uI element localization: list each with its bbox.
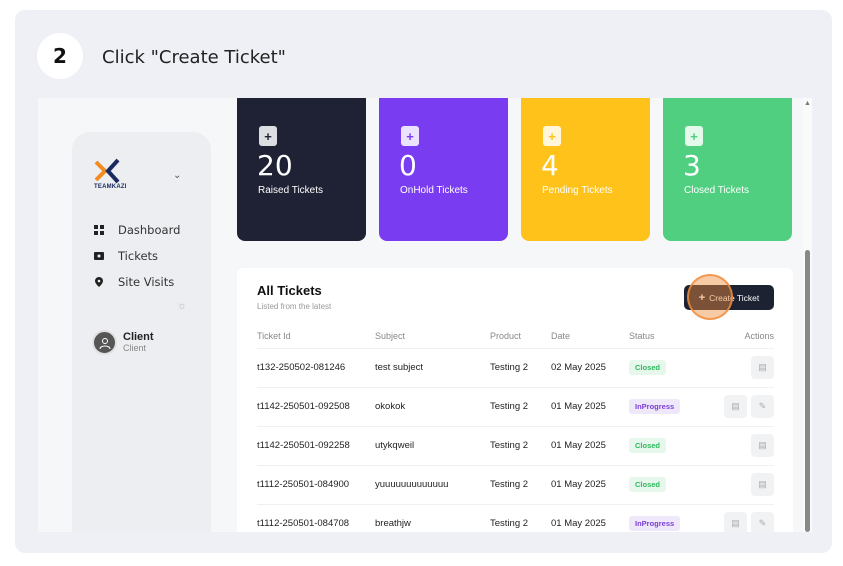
user-role: Client — [123, 343, 147, 353]
status-badge: Closed — [629, 360, 667, 375]
table-row[interactable]: t1142-250501-092508 okokok Testing 2 01 … — [257, 386, 774, 426]
column-header: Date — [551, 331, 571, 342]
ticket-date: 01 May 2025 — [551, 464, 629, 504]
sidebar-item-label: Site Visits — [118, 275, 175, 289]
column-header: Product — [490, 331, 522, 342]
ticket-subject: yuuuuuuuuuuuuu — [375, 464, 490, 504]
edit-pencil-icon[interactable]: ✎ — [751, 395, 774, 418]
column-header: Status — [629, 331, 655, 342]
column-header: Ticket Id — [257, 331, 291, 342]
sun-icon[interactable]: ☼ — [177, 300, 187, 312]
step-instruction: Click "Create Ticket" — [102, 47, 286, 68]
sidebar-item-tickets[interactable]: Tickets — [94, 249, 158, 263]
avatar — [92, 330, 117, 355]
sidebar-item-label: Tickets — [118, 249, 159, 263]
teamkazi-logo — [94, 158, 138, 198]
sidebar-item-label: Dashboard — [118, 223, 181, 237]
ticket-product: Testing 2 — [490, 386, 551, 426]
ticket-date: 01 May 2025 — [551, 386, 629, 426]
user-name: Client — [123, 331, 154, 343]
ticket-icon — [94, 251, 104, 261]
stat-value: 0 — [399, 149, 417, 182]
status-badge: Closed — [629, 438, 667, 453]
stat-card-pending: + 4 Pending Tickets — [521, 98, 650, 241]
grid-icon — [94, 225, 104, 235]
stat-label: Closed Tickets — [684, 185, 750, 196]
stat-value: 20 — [257, 149, 293, 182]
panel-title: All Tickets — [257, 283, 322, 298]
sidebar-item-dashboard[interactable]: Dashboard — [94, 223, 180, 237]
scrollbar-thumb[interactable] — [805, 250, 810, 532]
sidebar: TEAMKAZI ⌄ Dashboard Tickets Site Visits — [72, 132, 211, 532]
file-plus-icon: + — [685, 126, 703, 146]
click-highlight — [687, 274, 733, 320]
app-viewport: TEAMKAZI ⌄ Dashboard Tickets Site Visits — [38, 98, 812, 532]
column-header: Actions — [744, 331, 774, 342]
view-document-icon[interactable]: ▤ — [724, 395, 747, 418]
ticket-product: Testing 2 — [490, 425, 551, 465]
edit-pencil-icon[interactable]: ✎ — [751, 512, 774, 532]
column-header: Subject — [375, 331, 406, 342]
table-row[interactable]: t1112-250501-084900 yuuuuuuuuuuuuu Testi… — [257, 464, 774, 504]
status-badge: InProgress — [629, 516, 681, 532]
stat-card-raised: + 20 Raised Tickets — [237, 98, 366, 241]
table-row[interactable]: t132-250502-081246 test subject Testing … — [257, 347, 774, 387]
ticket-subject: breathjw — [375, 503, 490, 532]
panel-subtitle: Listed from the latest — [257, 302, 332, 311]
status-badge: Closed — [629, 477, 667, 492]
chevron-down-icon[interactable]: ⌄ — [173, 170, 181, 181]
ticket-id: t1112-250501-084900 — [257, 464, 375, 504]
status-badge: InProgress — [629, 399, 681, 414]
stat-value: 3 — [683, 149, 701, 182]
view-document-icon[interactable]: ▤ — [751, 473, 774, 496]
sidebar-item-site-visits[interactable]: Site Visits — [94, 275, 174, 289]
ticket-product: Testing 2 — [490, 464, 551, 504]
step-number: 2 — [37, 33, 83, 79]
user-profile[interactable]: Client Client — [92, 330, 154, 355]
stat-label: OnHold Tickets — [400, 185, 468, 196]
view-document-icon[interactable]: ▤ — [724, 512, 747, 532]
view-document-icon[interactable]: ▤ — [751, 434, 774, 457]
table-row[interactable]: t1112-250501-084708 breathjw Testing 2 0… — [257, 503, 774, 532]
stat-label: Pending Tickets — [542, 185, 613, 196]
ticket-id: t1142-250501-092258 — [257, 425, 375, 465]
ticket-subject: utykqweil — [375, 425, 490, 465]
table-row[interactable]: t1142-250501-092258 utykqweil Testing 2 … — [257, 425, 774, 465]
file-plus-icon: + — [543, 126, 561, 146]
ticket-product: Testing 2 — [490, 347, 551, 387]
logo-text: TEAMKAZI — [94, 184, 127, 190]
stat-value: 4 — [541, 149, 559, 182]
ticket-id: t132-250502-081246 — [257, 347, 375, 387]
ticket-date: 01 May 2025 — [551, 503, 629, 532]
ticket-id: t1142-250501-092508 — [257, 386, 375, 426]
ticket-product: Testing 2 — [490, 503, 551, 532]
tickets-table: Ticket Id Subject Product Date Status Ac… — [257, 325, 774, 532]
scroll-up-arrow-icon[interactable]: ▲ — [804, 100, 811, 107]
stat-card-onhold: + 0 OnHold Tickets — [379, 98, 508, 241]
file-plus-icon: + — [401, 126, 419, 146]
file-plus-icon: + — [259, 126, 277, 146]
stat-card-closed: + 3 Closed Tickets — [663, 98, 792, 241]
ticket-subject: test subject — [375, 347, 490, 387]
location-pin-icon — [94, 277, 104, 287]
ticket-date: 02 May 2025 — [551, 347, 629, 387]
stat-label: Raised Tickets — [258, 185, 324, 196]
ticket-id: t1112-250501-084708 — [257, 503, 375, 532]
view-document-icon[interactable]: ▤ — [751, 356, 774, 379]
ticket-subject: okokok — [375, 386, 490, 426]
tickets-panel: All Tickets Listed from the latest + Cre… — [237, 268, 793, 532]
ticket-date: 01 May 2025 — [551, 425, 629, 465]
